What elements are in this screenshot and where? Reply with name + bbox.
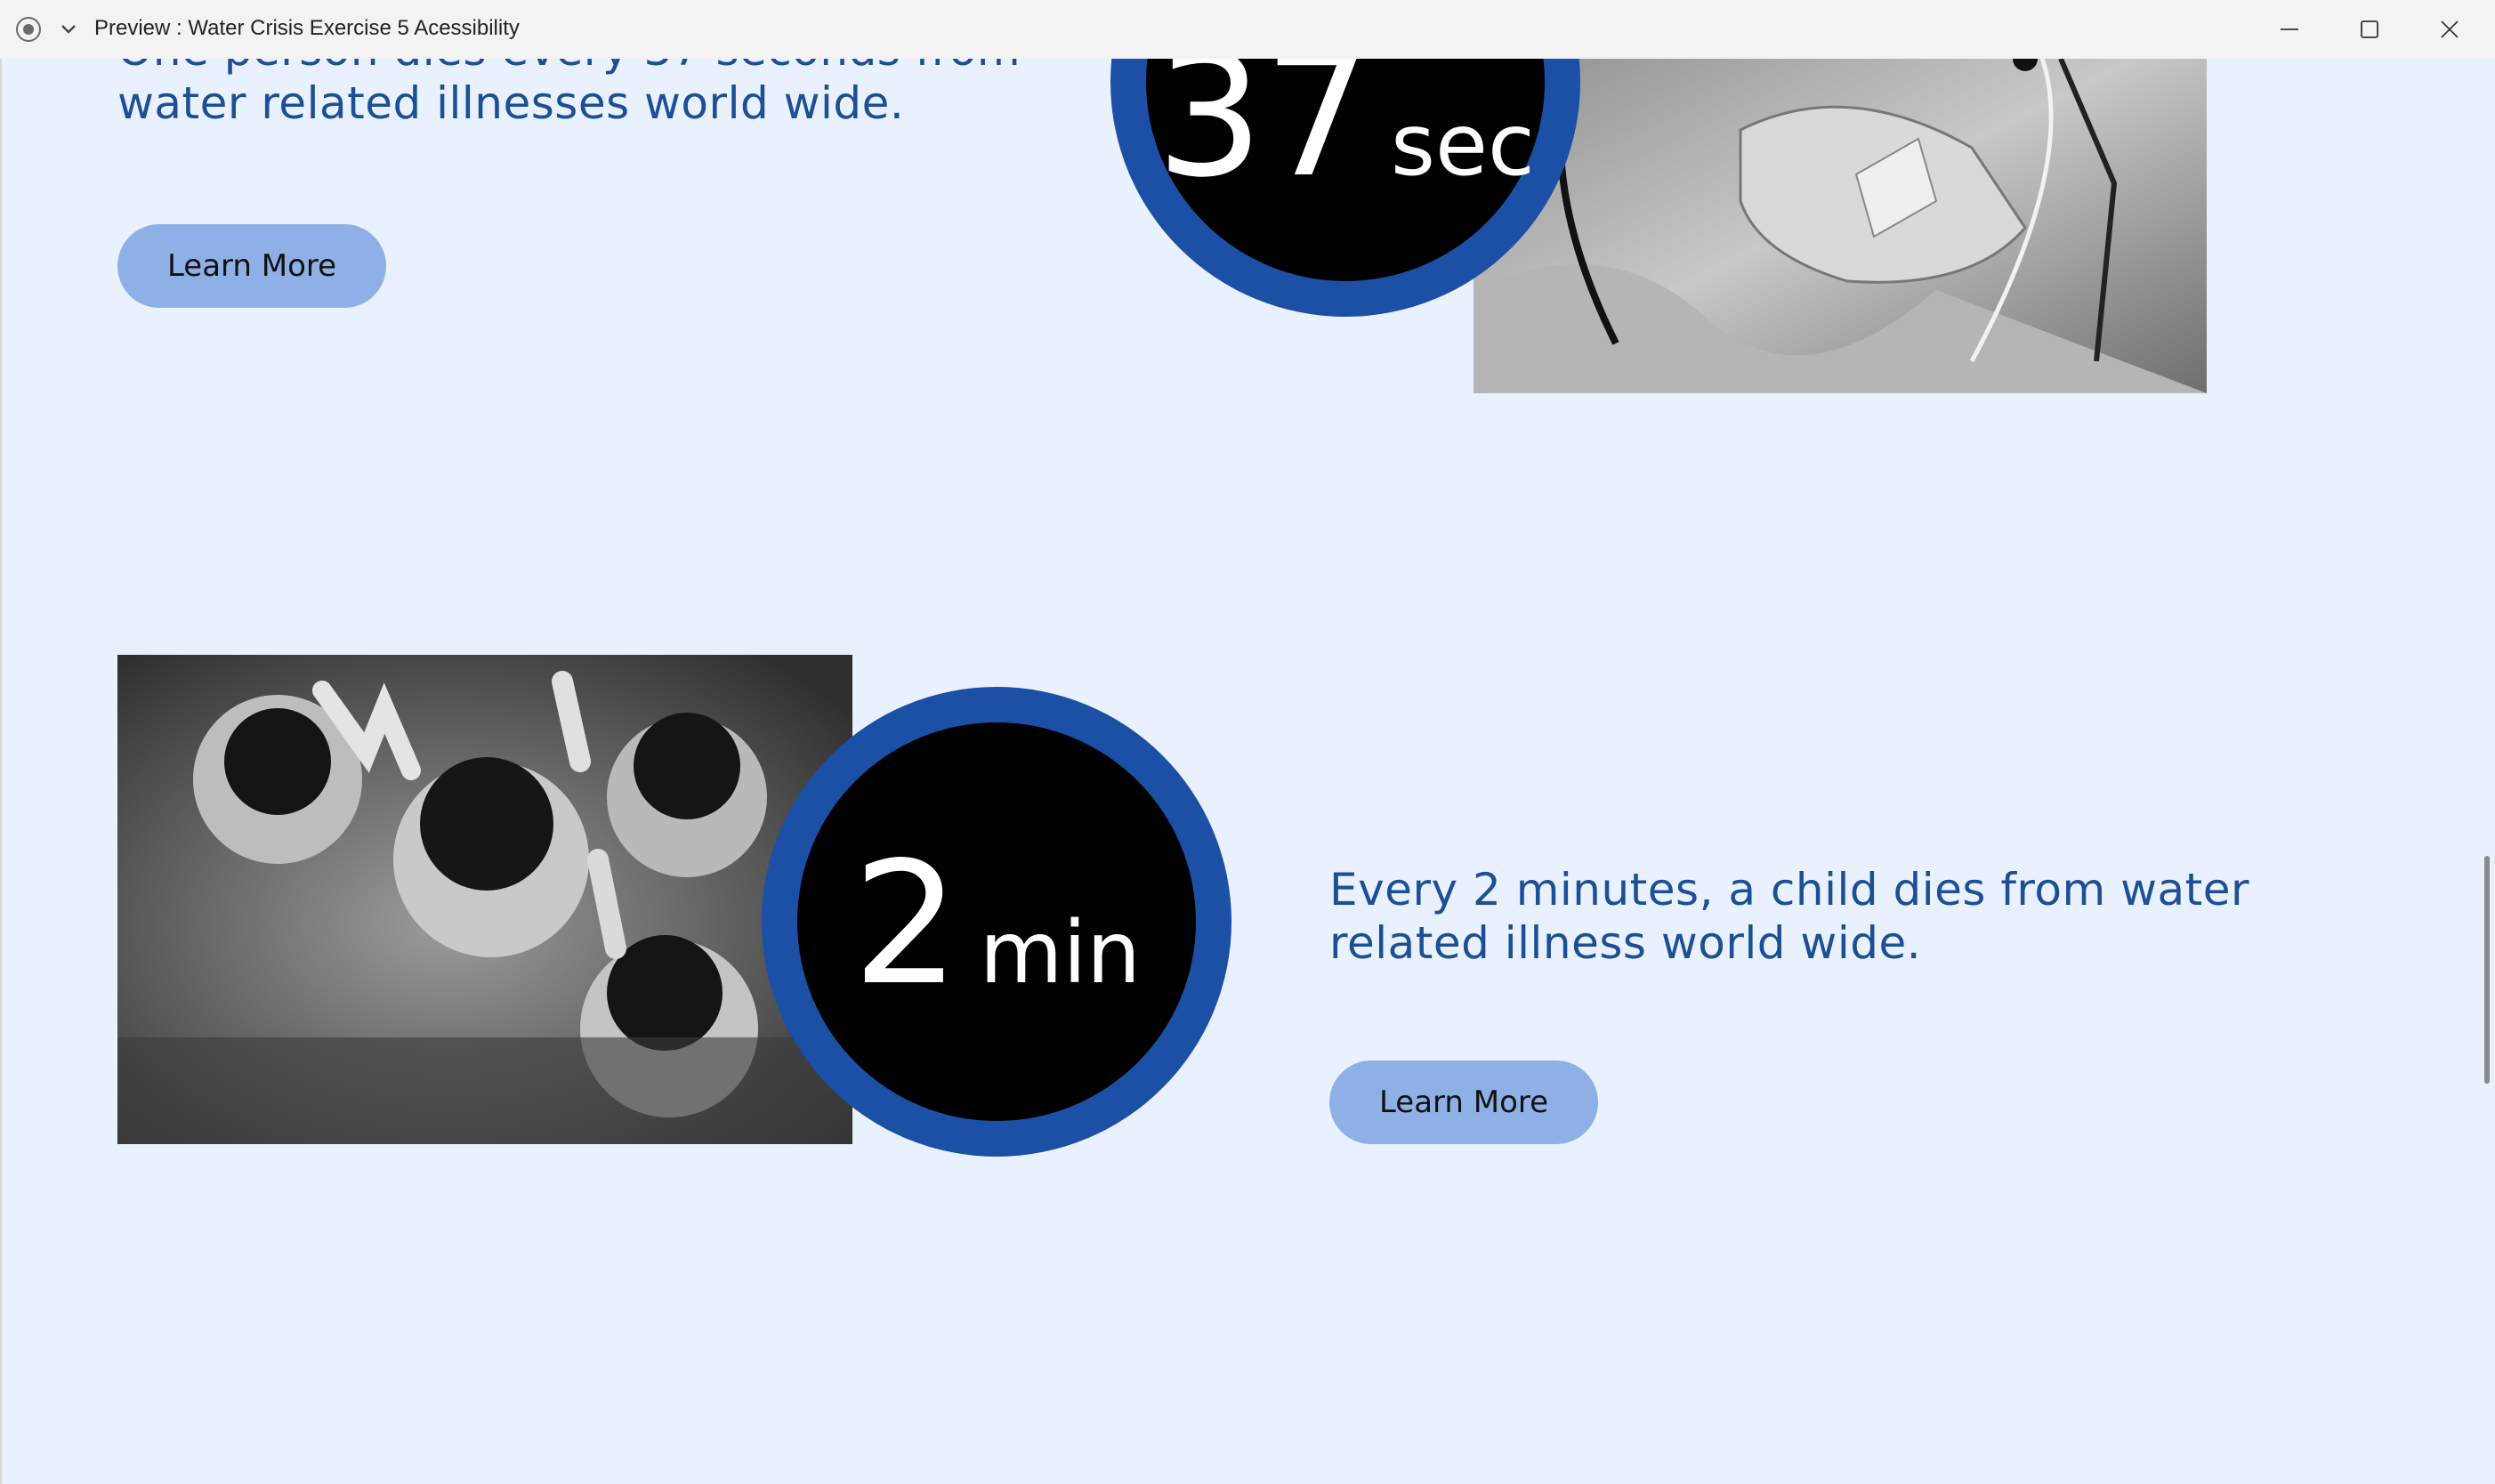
- close-button[interactable]: [2410, 0, 2490, 59]
- stat-badge-minutes: 2 min: [762, 687, 1231, 1157]
- vertical-scrollbar-thumb[interactable]: [2484, 856, 2490, 1084]
- iv-drip-illustration: [1474, 59, 2207, 393]
- stat-number: 2: [852, 826, 960, 1022]
- window-title: Preview : Water Crisis Exercise 5 Acessi…: [94, 16, 520, 40]
- stat-unit: sec: [1390, 95, 1535, 195]
- page-viewport[interactable]: 37 sec One person dies every 37 seconds …: [0, 59, 2495, 1484]
- children-illustration: [117, 655, 852, 1144]
- close-icon: [2441, 20, 2459, 38]
- patient-with-iv-drip-photo: [1474, 59, 2207, 393]
- smiling-children-photo: [117, 655, 852, 1144]
- minimize-button[interactable]: [2249, 0, 2329, 59]
- maximize-button[interactable]: [2329, 0, 2410, 59]
- stat-unit: min: [979, 903, 1141, 1003]
- window-titlebar: Preview : Water Crisis Exercise 5 Acessi…: [0, 0, 2495, 60]
- maximize-icon: [2361, 20, 2378, 38]
- app-icon[interactable]: [16, 17, 41, 42]
- chevron-down-icon[interactable]: [59, 18, 78, 39]
- stat-badge-inner: 37 sec: [1146, 59, 1545, 281]
- stat-description: One person dies every 37 seconds from wa…: [117, 59, 1021, 129]
- learn-more-button[interactable]: Learn More: [1329, 1061, 1598, 1144]
- stat-number: 37: [1156, 59, 1371, 214]
- minimize-icon: [2281, 28, 2298, 30]
- learn-more-button[interactable]: Learn More: [117, 224, 386, 308]
- stat-badge-inner: 2 min: [797, 722, 1196, 1121]
- stat-description: Every 2 minutes, a child dies from water…: [1329, 864, 2250, 969]
